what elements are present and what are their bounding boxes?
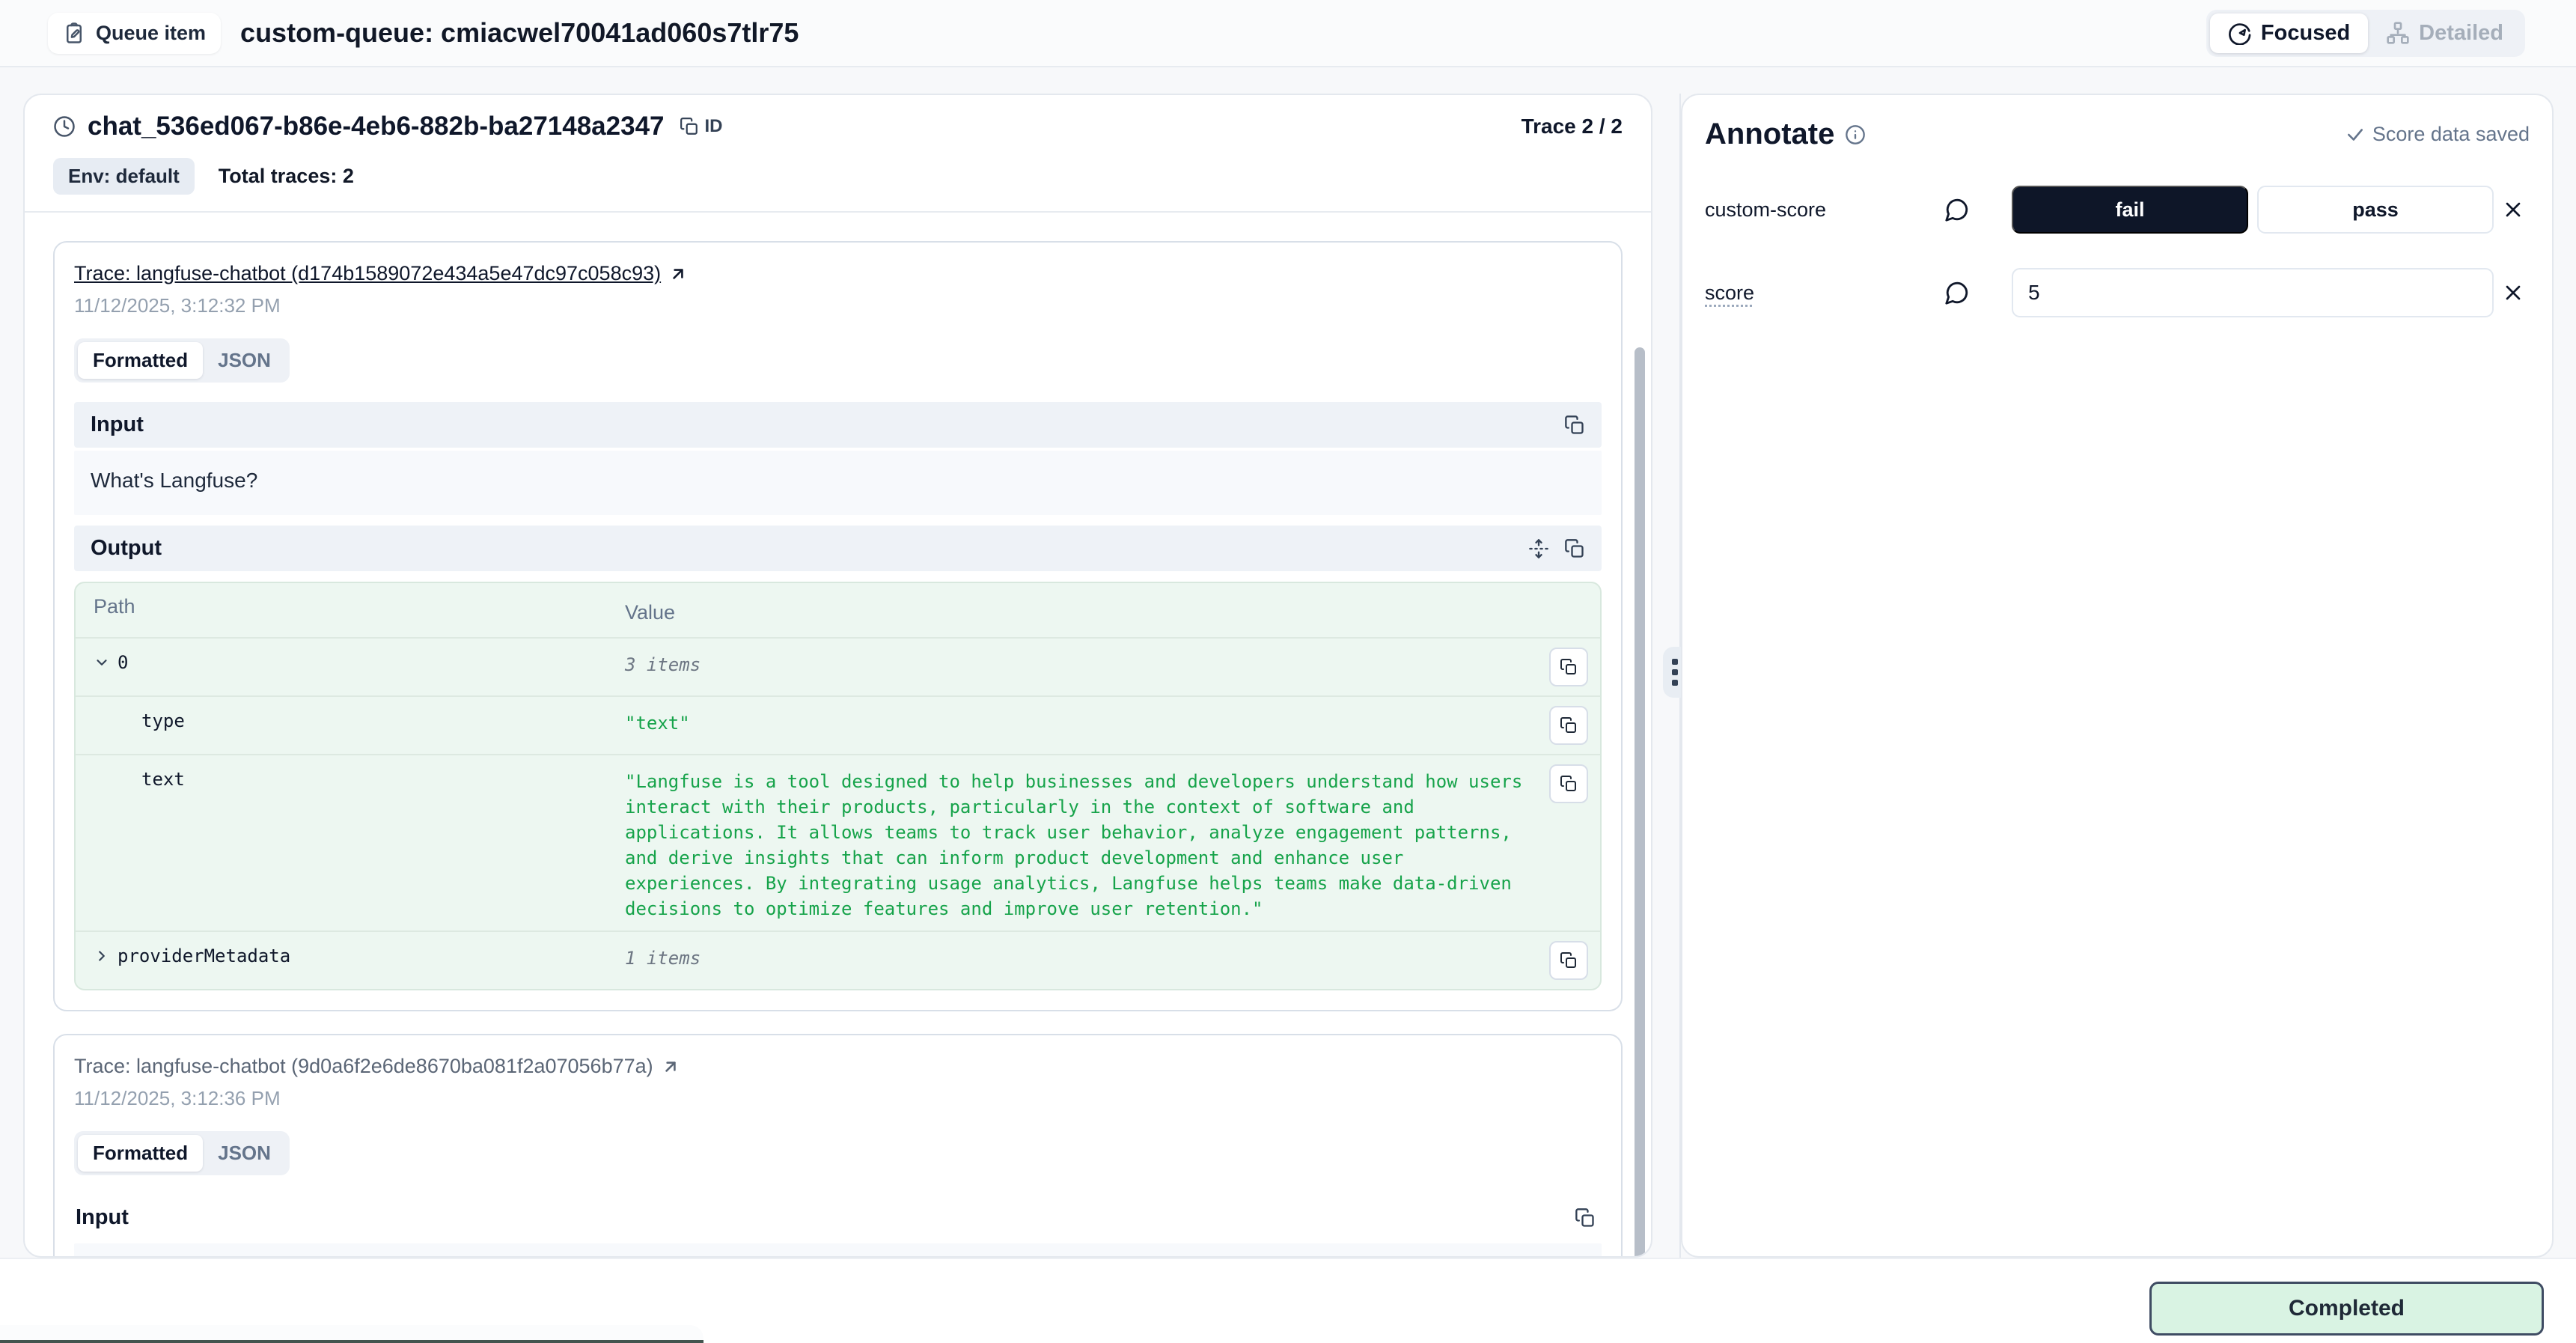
saved-status: Score data saved — [2372, 123, 2530, 146]
table-header-row: Path Value — [76, 583, 1600, 637]
option-pass-button[interactable]: pass — [2257, 186, 2494, 234]
tab-formatted[interactable]: Formatted — [78, 1135, 203, 1172]
input-content: What's Langfuse? — [74, 451, 1602, 515]
focused-label: Focused — [2261, 21, 2350, 46]
copy-id-button[interactable]: ID — [680, 116, 723, 137]
row-path: 0 — [117, 652, 128, 673]
focused-view-button[interactable]: Focused — [2210, 13, 2368, 53]
expand-output-button[interactable] — [1528, 538, 1549, 559]
table-row[interactable]: 0 3 items — [76, 637, 1600, 695]
trace-timestamp: 11/12/2025, 3:12:32 PM — [74, 294, 1602, 317]
clipped-element-edge — [0, 1325, 703, 1343]
score-name: score — [1705, 281, 1944, 305]
check-icon — [2345, 125, 2365, 144]
score-name: custom-score — [1705, 198, 1944, 222]
trace-counter: Trace 2 / 2 — [1522, 115, 1623, 138]
info-icon[interactable] — [1845, 124, 1866, 145]
id-label: ID — [705, 116, 723, 137]
network-icon — [2386, 21, 2410, 45]
env-badge: Env: default — [53, 158, 195, 195]
copy-row-button[interactable] — [1549, 648, 1588, 686]
row-path: providerMetadata — [117, 945, 290, 966]
output-label: Output — [91, 536, 162, 561]
score-row-score: score — [1705, 268, 2530, 317]
col-value: Value — [625, 595, 1588, 625]
input-label: Input — [76, 1205, 129, 1230]
comment-bubble-icon[interactable] — [1944, 197, 2012, 222]
item-title: chat_536ed067-b86e-4eb6-882b-ba27148a234… — [88, 112, 665, 141]
external-link-icon — [668, 264, 688, 284]
queue-item-panel: chat_536ed067-b86e-4eb6-882b-ba27148a234… — [23, 94, 1652, 1258]
chevron-down-icon — [94, 654, 110, 671]
circle-gauge-icon — [2228, 21, 2252, 45]
vertical-scrollbar[interactable] — [1635, 347, 1645, 1258]
annotate-panel: Annotate Score data saved custom-score f… — [1681, 94, 2554, 1258]
detailed-view-button[interactable]: Detailed — [2368, 13, 2521, 53]
top-bar: Queue item custom-queue: cmiacwel70041ad… — [0, 0, 2576, 67]
trace-timestamp: 11/12/2025, 3:12:36 PM — [74, 1087, 1602, 1110]
completed-button[interactable]: Completed — [2149, 1282, 2544, 1336]
output-json-table: Path Value 0 3 items type "text" — [74, 582, 1602, 990]
trace-link[interactable]: Trace: langfuse-chatbot (d174b1589072e43… — [74, 262, 661, 285]
delete-score-button[interactable] — [2501, 198, 2530, 222]
input-label: Input — [91, 412, 144, 437]
row-path: type — [141, 710, 185, 731]
copy-row-button[interactable] — [1549, 764, 1588, 803]
copy-output-button[interactable] — [1564, 538, 1585, 559]
tab-formatted[interactable]: Formatted — [78, 342, 203, 379]
col-path: Path — [94, 595, 625, 618]
external-link-icon — [661, 1057, 680, 1076]
comment-bubble-icon[interactable] — [1944, 280, 2012, 305]
score-value-input[interactable] — [2012, 268, 2494, 317]
format-tabs: Formatted JSON — [74, 338, 290, 383]
chevron-right-icon — [94, 948, 110, 964]
table-row[interactable]: providerMetadata 1 items — [76, 931, 1600, 989]
total-traces: Total traces: 2 — [219, 165, 354, 188]
item-header: chat_536ed067-b86e-4eb6-882b-ba27148a234… — [25, 95, 1651, 211]
table-row[interactable]: text "Langfuse is a tool designed to hel… — [76, 754, 1600, 931]
trace-link[interactable]: Trace: langfuse-chatbot (9d0a6f2e6de8670… — [74, 1055, 653, 1078]
tab-json[interactable]: JSON — [203, 342, 286, 379]
copy-row-button[interactable] — [1549, 706, 1588, 745]
tab-json[interactable]: JSON — [203, 1135, 286, 1172]
row-value: 3 items — [625, 648, 1539, 677]
annotate-title: Annotate — [1705, 118, 1834, 151]
trace-card: Trace: langfuse-chatbot (9d0a6f2e6de8670… — [53, 1034, 1623, 1258]
score-row-custom-score: custom-score fail pass — [1705, 186, 2530, 234]
detailed-label: Detailed — [2419, 21, 2503, 46]
clock-icon — [53, 115, 76, 138]
copy-icon — [680, 117, 699, 136]
row-value: "Langfuse is a tool designed to help bus… — [625, 764, 1539, 922]
traces-scroll-area: Trace: langfuse-chatbot (d174b1589072e43… — [25, 213, 1651, 1258]
view-mode-toggle: Focused Detailed — [2206, 10, 2525, 57]
trace-card: Trace: langfuse-chatbot (d174b1589072e43… — [53, 241, 1623, 1011]
queue-item-chip: Queue item — [48, 13, 221, 54]
row-value: 1 items — [625, 941, 1539, 971]
option-fail-button[interactable]: fail — [2012, 186, 2248, 234]
copy-row-button[interactable] — [1549, 941, 1588, 980]
table-row[interactable]: type "text" — [76, 695, 1600, 754]
copy-input-button[interactable] — [1575, 1208, 1596, 1228]
format-tabs: Formatted JSON — [74, 1131, 290, 1175]
page-title: custom-queue: cmiacwel70041ad060s7tlr75 — [240, 17, 799, 49]
row-path: text — [141, 769, 185, 790]
queue-item-label: Queue item — [96, 22, 206, 45]
clipboard-pen-icon — [63, 22, 85, 44]
row-value: "text" — [625, 706, 1539, 736]
input-content: How to get user feedback in my traces? — [74, 1243, 1602, 1258]
delete-score-button[interactable] — [2501, 281, 2530, 305]
copy-input-button[interactable] — [1564, 415, 1585, 436]
